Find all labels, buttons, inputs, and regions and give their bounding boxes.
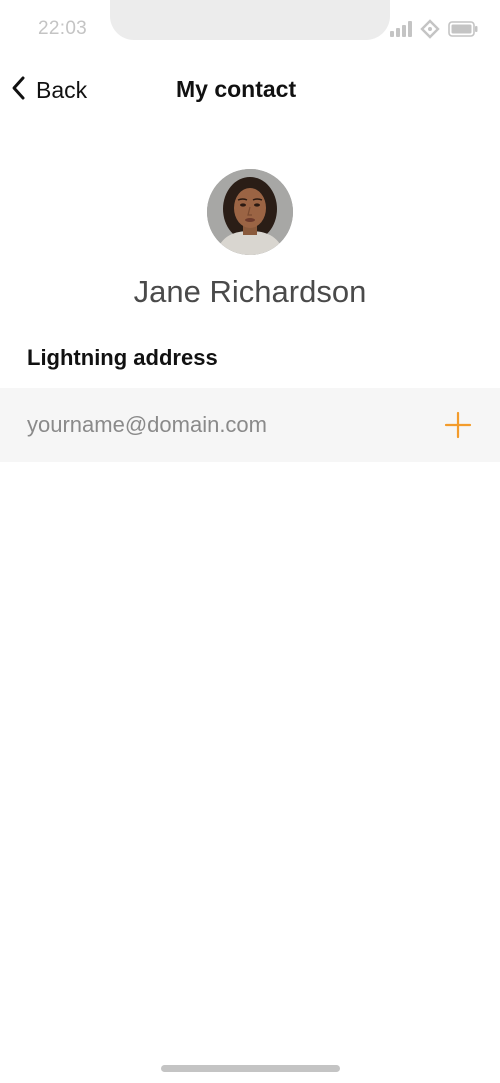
wifi-icon — [420, 18, 440, 44]
back-button[interactable]: Back — [10, 74, 87, 106]
contact-name: Jane Richardson — [133, 274, 367, 309]
nav-bar: Back My contact — [0, 62, 500, 118]
lightning-address-row — [0, 388, 500, 462]
device-notch — [110, 0, 390, 40]
back-label: Back — [36, 76, 88, 103]
status-icons — [390, 18, 478, 44]
home-indicator[interactable] — [161, 1065, 340, 1072]
status-time: 22:03 — [38, 18, 88, 39]
lightning-address-heading: Lightning address — [27, 345, 218, 370]
add-address-button[interactable] — [440, 407, 476, 443]
lightning-address-input[interactable] — [27, 406, 407, 444]
avatar — [207, 169, 293, 255]
signal-icon — [390, 20, 412, 42]
page-title: My contact — [176, 76, 297, 102]
plus-icon — [440, 407, 476, 443]
status-bar: 22:03 — [0, 0, 500, 56]
chevron-left-icon — [10, 75, 28, 106]
battery-icon — [448, 20, 478, 42]
